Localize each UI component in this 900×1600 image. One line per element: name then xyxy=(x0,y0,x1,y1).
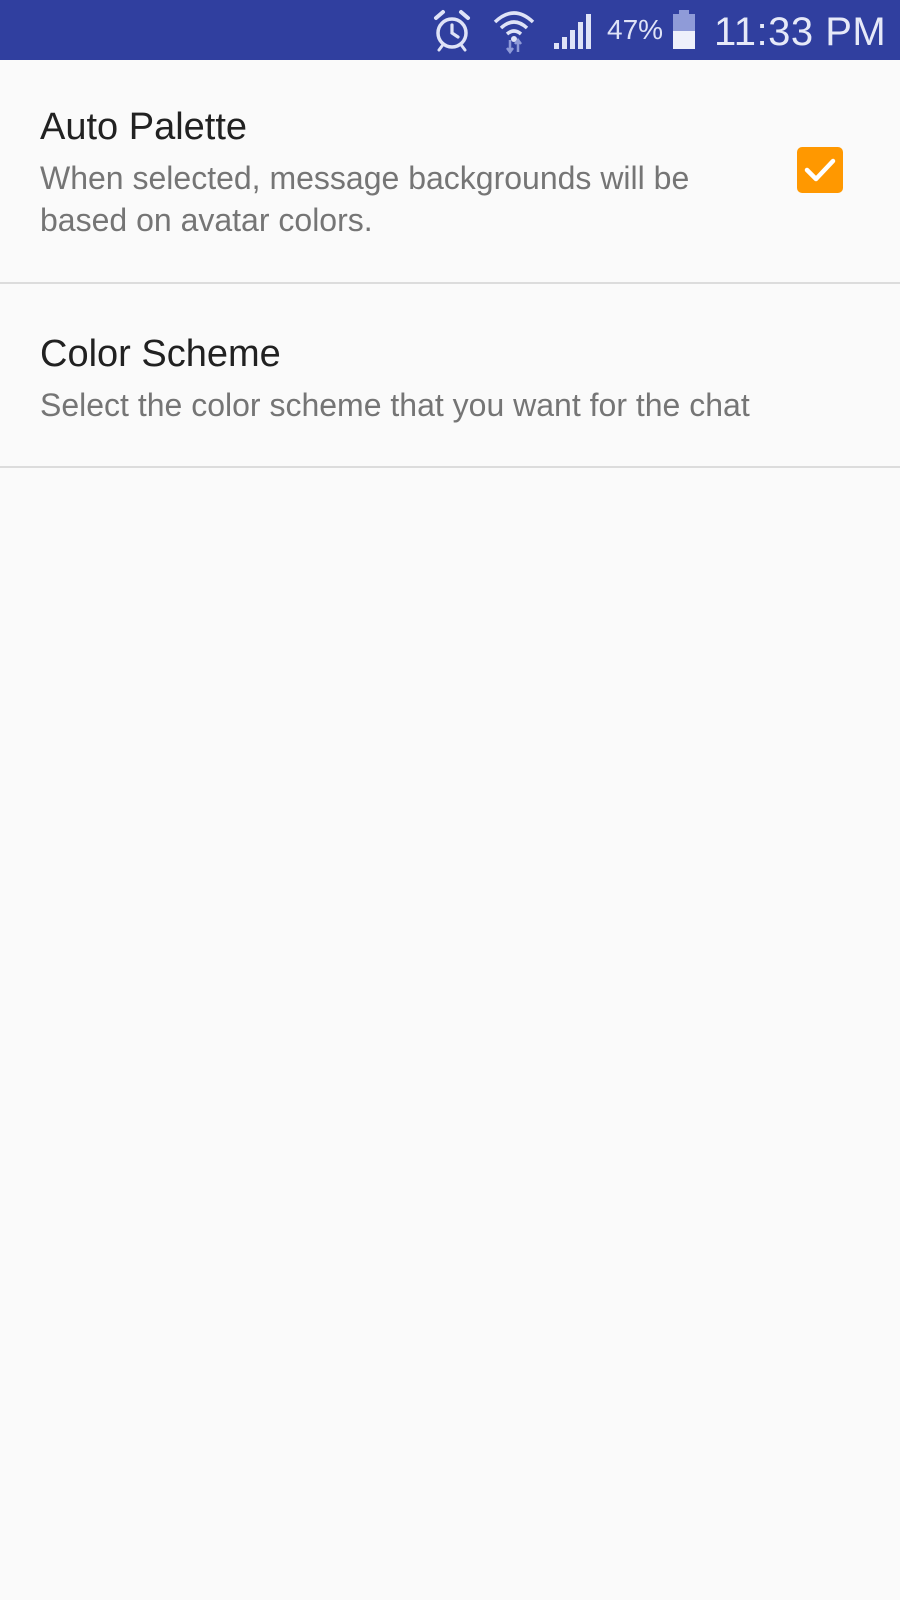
alarm-icon xyxy=(434,10,470,52)
battery-icon xyxy=(673,10,695,49)
status-bar: 47% 11:33 PM xyxy=(0,0,900,60)
color-scheme-preference[interactable]: Color Scheme Select the color scheme tha… xyxy=(0,284,900,468)
preferences-list: Auto Palette When selected, message back… xyxy=(0,60,900,468)
color-scheme-summary: Select the color scheme that you want fo… xyxy=(40,387,750,423)
clock-time: 11:33 PM xyxy=(714,10,887,54)
battery-percent: 47% xyxy=(607,14,664,45)
color-scheme-title: Color Scheme xyxy=(40,333,281,375)
auto-palette-title: Auto Palette xyxy=(40,106,248,148)
auto-palette-checkbox[interactable] xyxy=(797,147,843,193)
auto-palette-preference[interactable]: Auto Palette When selected, message back… xyxy=(0,60,900,284)
checkmark-icon xyxy=(804,158,836,182)
auto-palette-summary: When selected, message backgrounds will … xyxy=(40,160,690,238)
wifi-icon xyxy=(493,11,535,55)
signal-icon xyxy=(554,14,591,49)
